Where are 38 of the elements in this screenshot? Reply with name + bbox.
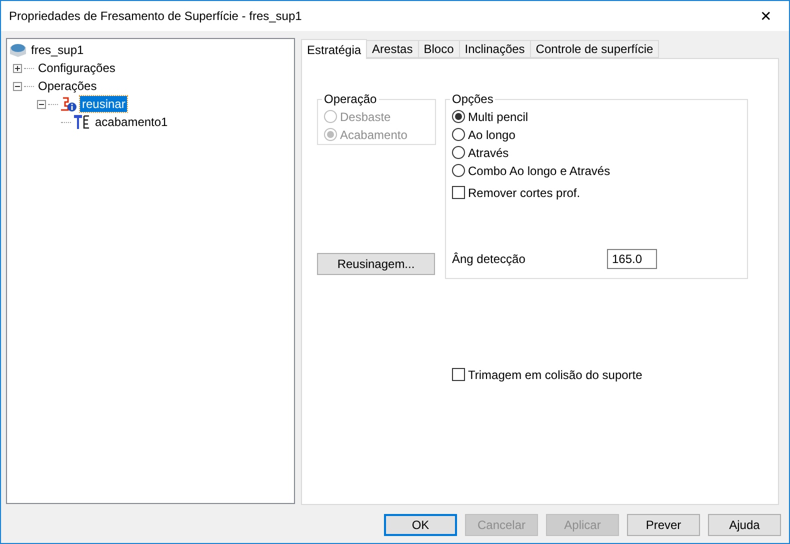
dialog-button[interactable]: Prever (627, 514, 700, 536)
tree-item[interactable]: Operações (36, 78, 99, 94)
tree-item[interactable]: Configurações (36, 60, 118, 76)
dialog-button[interactable]: OK (384, 514, 457, 536)
checkbox[interactable] (452, 186, 465, 199)
checkbox-option[interactable]: Trimagem em colisão do suporte (452, 366, 778, 383)
stock-icon (9, 42, 27, 58)
angle-field[interactable]: 165.0 (607, 249, 657, 269)
tree-item[interactable]: fres_sup1 (29, 42, 86, 58)
close-button[interactable]: ✕ (743, 1, 789, 31)
tab[interactable]: Controle de superfície (530, 40, 660, 58)
expander-icon[interactable] (13, 82, 22, 90)
radio-icon[interactable] (452, 128, 465, 141)
radio-icon[interactable] (452, 110, 465, 123)
field-label: Âng detecção (452, 252, 526, 266)
tab[interactable]: Bloco (418, 40, 460, 58)
tree-item[interactable]: acabamento1 (93, 114, 170, 130)
radio-icon[interactable] (452, 164, 465, 177)
radio-option[interactable]: Ao longo (452, 126, 739, 143)
tab[interactable]: Inclinações (458, 40, 531, 58)
radio-option[interactable]: Através (452, 144, 739, 161)
checkbox-option[interactable]: Remover cortes prof. (452, 184, 739, 201)
group-title: Operação (323, 92, 378, 106)
tree-item[interactable]: reusinar (80, 96, 128, 112)
toolpath-info-icon (60, 96, 78, 112)
group-title: Opções (451, 92, 494, 106)
tool-icon (73, 114, 91, 130)
radio-option[interactable]: Multi pencil (452, 108, 739, 125)
window-title: Propriedades de Fresamento de Superfície - fres_sup1 (9, 9, 302, 23)
tab[interactable]: Estratégia (301, 39, 368, 59)
radio-option[interactable]: Combo Ao longo e Através (452, 162, 739, 179)
tab[interactable]: Arestas (366, 40, 419, 58)
dialog-button[interactable]: Ajuda (708, 514, 781, 536)
expander-icon[interactable] (13, 64, 22, 72)
radio-icon[interactable] (452, 146, 465, 159)
reusinagem-button[interactable]: Reusinagem... (317, 253, 435, 275)
checkbox[interactable] (452, 368, 465, 381)
expander-icon[interactable] (37, 100, 46, 108)
